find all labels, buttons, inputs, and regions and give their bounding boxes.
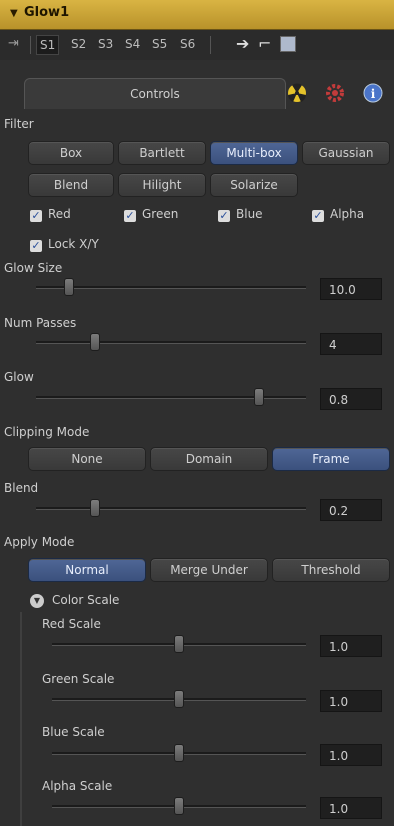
filter-bartlett-button[interactable]: Bartlett xyxy=(118,141,206,165)
blend-track[interactable] xyxy=(36,507,306,510)
alpha-scale-handle[interactable] xyxy=(174,797,184,815)
filter-solarize-button[interactable]: Solarize xyxy=(210,173,298,197)
alpha-checkbox[interactable]: ✓ Alpha xyxy=(312,207,364,222)
toolbar: ⇥ S1 S2 S3 S4 S5 S6 ➔ ⌐ xyxy=(0,30,394,60)
num-passes-value[interactable]: 4 xyxy=(320,333,382,355)
lock-xy-checkbox[interactable]: ✓ Lock X/Y xyxy=(30,237,99,252)
green-label: Green xyxy=(142,207,179,221)
glow-size-handle[interactable] xyxy=(64,278,74,296)
alpha-scale-label: Alpha Scale xyxy=(42,779,113,793)
blue-scale-label: Blue Scale xyxy=(42,725,105,739)
tool-header[interactable]: ▼ Glow1 xyxy=(0,0,394,30)
red-scale-value[interactable]: 1.0 xyxy=(320,635,382,657)
blue-scale-value[interactable]: 1.0 xyxy=(320,744,382,766)
info-icon[interactable]: i xyxy=(362,82,384,104)
red-scale-handle[interactable] xyxy=(174,635,184,653)
blend-label: Blend xyxy=(4,481,39,495)
filter-box-button[interactable]: Box xyxy=(28,141,114,165)
glow-size-track[interactable] xyxy=(36,286,306,289)
collapse-group-icon[interactable]: ▼ xyxy=(30,594,44,608)
check-icon: ✓ xyxy=(124,209,136,222)
color-scale-label: Color Scale xyxy=(52,593,120,607)
alpha-label: Alpha xyxy=(330,207,365,221)
apply-threshold-button[interactable]: Threshold xyxy=(272,558,390,582)
red-label: Red xyxy=(48,207,71,221)
pick-tool-icon[interactable]: ⌐ xyxy=(258,34,271,53)
slot-s1[interactable]: S1 xyxy=(36,35,60,55)
clipping-frame-button[interactable]: Frame xyxy=(272,447,390,471)
check-icon: ✓ xyxy=(312,209,324,222)
gear-icon[interactable] xyxy=(324,82,346,104)
glow-size-value[interactable]: 10.0 xyxy=(320,278,382,300)
num-passes-label: Num Passes xyxy=(4,316,77,330)
green-scale-label: Green Scale xyxy=(42,672,115,686)
arrow-right-icon[interactable]: ➔ xyxy=(236,34,249,53)
green-scale-value[interactable]: 1.0 xyxy=(320,690,382,712)
slot-s6[interactable]: S6 xyxy=(180,37,195,51)
glow-handle[interactable] xyxy=(254,388,264,406)
slot-s3[interactable]: S3 xyxy=(98,37,113,51)
blue-scale-handle[interactable] xyxy=(174,744,184,762)
clipping-mode-label: Clipping Mode xyxy=(4,425,90,439)
toolbar-separator xyxy=(210,36,211,54)
blue-checkbox[interactable]: ✓ Blue xyxy=(218,207,263,222)
tab-bar: Controls i xyxy=(0,78,394,109)
filter-gaussian-button[interactable]: Gaussian xyxy=(302,141,390,165)
apply-normal-button[interactable]: Normal xyxy=(28,558,146,582)
check-icon: ✓ xyxy=(218,209,230,222)
save-icon[interactable] xyxy=(280,36,296,52)
red-scale-label: Red Scale xyxy=(42,617,101,631)
group-indent-line xyxy=(20,612,22,826)
apply-mode-label: Apply Mode xyxy=(4,535,75,549)
filter-label: Filter xyxy=(4,117,34,131)
num-passes-track[interactable] xyxy=(36,341,306,344)
green-checkbox[interactable]: ✓ Green xyxy=(124,207,178,222)
green-scale-handle[interactable] xyxy=(174,690,184,708)
slot-s4[interactable]: S4 xyxy=(125,37,140,51)
tab-controls[interactable]: Controls xyxy=(24,78,286,109)
pin-icon[interactable]: ⇥ xyxy=(8,36,19,51)
num-passes-handle[interactable] xyxy=(90,333,100,351)
slot-s5[interactable]: S5 xyxy=(152,37,167,51)
red-checkbox[interactable]: ✓ Red xyxy=(30,207,71,222)
blue-label: Blue xyxy=(236,207,263,221)
radioactive-icon[interactable] xyxy=(286,82,308,104)
svg-text:i: i xyxy=(371,87,376,101)
clipping-none-button[interactable]: None xyxy=(28,447,146,471)
check-icon: ✓ xyxy=(30,209,42,222)
tool-title: Glow1 xyxy=(24,5,70,20)
slot-s2[interactable]: S2 xyxy=(71,37,86,51)
check-icon: ✓ xyxy=(30,239,42,252)
apply-merge-under-button[interactable]: Merge Under xyxy=(150,558,268,582)
glow-value[interactable]: 0.8 xyxy=(320,388,382,410)
lock-xy-label: Lock X/Y xyxy=(48,237,99,251)
blend-value[interactable]: 0.2 xyxy=(320,499,382,521)
blend-handle[interactable] xyxy=(90,499,100,517)
filter-blend-button[interactable]: Blend xyxy=(28,173,114,197)
collapse-triangle-icon[interactable]: ▼ xyxy=(10,8,18,19)
filter-hilight-button[interactable]: Hilight xyxy=(118,173,206,197)
clipping-domain-button[interactable]: Domain xyxy=(150,447,268,471)
toolbar-separator xyxy=(30,36,31,54)
filter-multibox-button[interactable]: Multi-box xyxy=(210,141,298,165)
glow-track[interactable] xyxy=(36,396,306,399)
alpha-scale-value[interactable]: 1.0 xyxy=(320,797,382,819)
glow-size-label: Glow Size xyxy=(4,261,63,275)
glow-label: Glow xyxy=(4,370,34,384)
